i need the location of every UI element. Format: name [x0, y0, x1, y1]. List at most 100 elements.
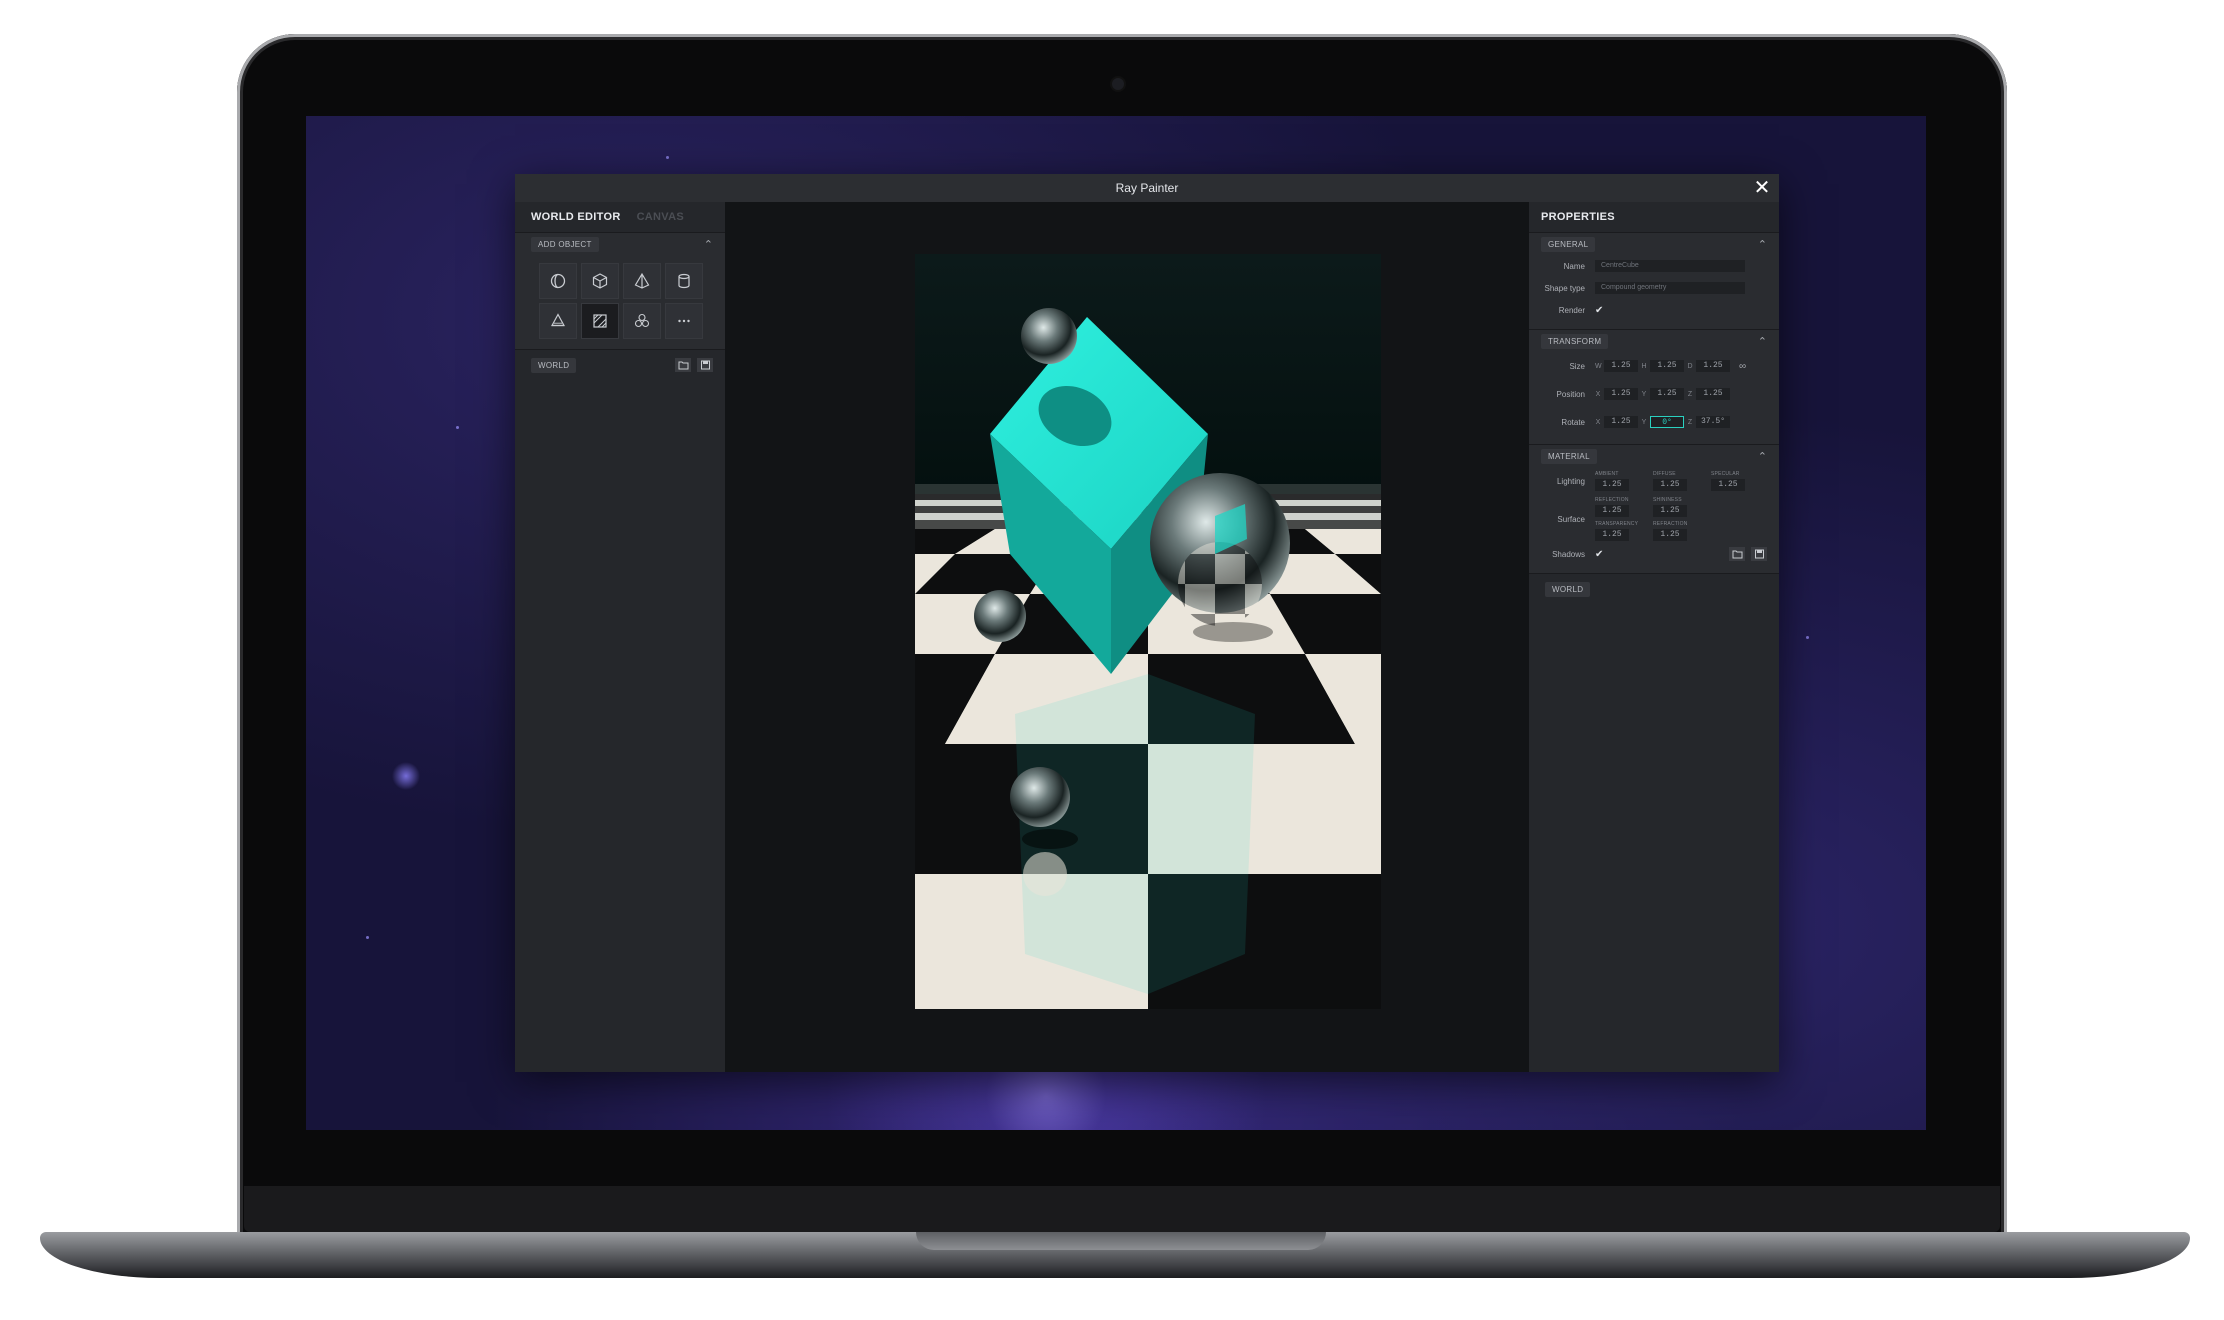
laptop-bottom-bezel — [244, 1186, 2000, 1232]
size-label: Size — [1569, 361, 1585, 371]
close-icon[interactable]: ✕ — [1751, 177, 1773, 199]
rotate-z-field[interactable]: 37.5° — [1696, 416, 1730, 428]
world-label: WORLD — [1545, 581, 1591, 597]
save-icon[interactable] — [697, 358, 713, 372]
laptop-base-notch — [916, 1232, 1326, 1250]
star — [1806, 636, 1809, 639]
position-x-field[interactable]: 1.25 — [1604, 388, 1638, 400]
transform-section: TRANSFORM ⌃ Size W 1.25 H 1.25 D 1.25 ∞ — [1529, 329, 1779, 444]
transparency-caption: TRANSPARENCY — [1595, 521, 1639, 527]
chevron-up-icon[interactable]: ⌃ — [1758, 450, 1767, 463]
chevron-up-icon[interactable]: ⌃ — [704, 238, 713, 251]
link-icon[interactable]: ∞ — [1739, 361, 1746, 372]
properties-title: PROPERTIES — [1541, 211, 1615, 223]
more-icon — [678, 319, 690, 323]
scene-image — [915, 254, 1381, 1009]
tab-canvas[interactable]: CANVAS — [637, 211, 684, 223]
general-label: GENERAL — [1541, 236, 1596, 252]
pyramid-icon — [634, 272, 650, 289]
chevron-up-icon[interactable]: ⌃ — [1758, 335, 1767, 348]
axis-label: Y — [1641, 390, 1647, 398]
surface-label: Surface — [1557, 514, 1585, 524]
rotate-y-field[interactable]: 0° — [1650, 416, 1684, 428]
ambient-field[interactable]: 1.25 — [1595, 479, 1629, 491]
add-pyramid-button[interactable] — [623, 263, 661, 299]
axis-label: D — [1687, 362, 1693, 370]
shadows-label: Shadows — [1552, 549, 1585, 559]
axis-label: X — [1595, 390, 1601, 398]
add-cylinder-button[interactable] — [665, 263, 703, 299]
render-label: Render — [1558, 305, 1585, 315]
desktop-screen: Ray Painter ✕ WORLD EDITOR CANVAS ADD OB… — [306, 116, 1926, 1130]
more-objects-button[interactable] — [665, 303, 703, 339]
material-section: MATERIAL ⌃ Lighting AMBIENT 1.25 DIFFUSE 1… — [1529, 444, 1779, 573]
plane-icon — [593, 314, 607, 328]
diffuse-caption: DIFFUSE — [1653, 471, 1676, 477]
add-cone-button[interactable] — [539, 303, 577, 339]
general-section: GENERAL ⌃ Name CentreCube Shape type Com… — [1529, 232, 1779, 329]
add-sphere-button[interactable] — [539, 263, 577, 299]
add-cube-button[interactable] — [581, 263, 619, 299]
material-label: MATERIAL — [1541, 448, 1597, 464]
shadows-checkbox[interactable]: ✔ — [1595, 549, 1603, 560]
diffuse-field[interactable]: 1.25 — [1653, 479, 1687, 491]
cone-icon — [550, 313, 566, 327]
world-editor-panel: WORLD EDITOR CANVAS ADD OBJECT ⌃ WORLD — [515, 202, 725, 1072]
compound-icon — [634, 313, 650, 328]
tab-world-editor[interactable]: WORLD EDITOR — [531, 211, 621, 223]
name-field[interactable]: CentreCube — [1595, 260, 1745, 272]
size-d-field[interactable]: 1.25 — [1696, 360, 1730, 372]
cylinder-icon — [678, 273, 690, 289]
axis-label: Y — [1641, 418, 1647, 426]
world-row: WORLD — [515, 349, 725, 380]
ambient-caption: AMBIENT — [1595, 471, 1619, 477]
rotate-x-field[interactable]: 1.25 — [1604, 416, 1638, 428]
object-toolbar — [515, 255, 725, 349]
reflection-field[interactable]: 1.25 — [1595, 505, 1629, 517]
axis-label: W — [1595, 362, 1602, 370]
add-compound-button[interactable] — [623, 303, 661, 339]
properties-panel: PROPERTIES GENERAL ⌃ Name CentreCube Sha… — [1529, 202, 1779, 1072]
transform-label: TRANSFORM — [1541, 333, 1609, 349]
shininess-caption: SHININESS — [1653, 497, 1682, 503]
axis-label: H — [1641, 362, 1647, 370]
axis-label: X — [1595, 418, 1601, 426]
reflection-caption: REFLECTION — [1595, 497, 1629, 503]
save-icon[interactable] — [1751, 547, 1767, 561]
star — [366, 936, 369, 939]
shininess-field[interactable]: 1.25 — [1653, 505, 1687, 517]
folder-icon[interactable] — [1729, 547, 1745, 561]
shape-type-select[interactable]: Compound geometry — [1595, 282, 1745, 294]
panel-tabs: WORLD EDITOR CANVAS — [515, 202, 725, 232]
position-z-field[interactable]: 1.25 — [1696, 388, 1730, 400]
chevron-up-icon[interactable]: ⌃ — [1758, 238, 1767, 251]
add-object-section: ADD OBJECT ⌃ — [515, 232, 725, 349]
transparency-field[interactable]: 1.25 — [1595, 529, 1629, 541]
window-title: Ray Painter — [1115, 181, 1179, 195]
cube-icon — [592, 273, 608, 289]
size-h-field[interactable]: 1.25 — [1650, 360, 1684, 372]
webcam — [1112, 78, 1124, 90]
position-y-field[interactable]: 1.25 — [1650, 388, 1684, 400]
world-label: WORLD — [531, 357, 577, 373]
star — [666, 156, 669, 159]
render-checkbox[interactable]: ✔ — [1595, 305, 1603, 316]
app-window: Ray Painter ✕ WORLD EDITOR CANVAS ADD OB… — [515, 174, 1779, 1072]
size-w-field[interactable]: 1.25 — [1604, 360, 1638, 372]
folder-icon[interactable] — [675, 358, 691, 372]
refraction-field[interactable]: 1.25 — [1653, 529, 1687, 541]
name-label: Name — [1563, 261, 1585, 271]
specular-caption: SPECULAR — [1711, 471, 1740, 477]
axis-label: Z — [1687, 390, 1693, 398]
specular-field[interactable]: 1.25 — [1711, 479, 1745, 491]
properties-world-row: WORLD — [1529, 573, 1779, 604]
refraction-caption: REFRACTION — [1653, 521, 1688, 527]
axis-label: Z — [1687, 418, 1693, 426]
rotate-label: Rotate — [1561, 417, 1585, 427]
lighting-label: Lighting — [1556, 476, 1585, 486]
shape-type-label: Shape type — [1544, 283, 1585, 293]
position-label: Position — [1556, 389, 1585, 399]
render-viewport[interactable] — [725, 202, 1529, 1072]
add-plane-button[interactable] — [581, 303, 619, 339]
title-bar: Ray Painter ✕ — [515, 174, 1779, 202]
